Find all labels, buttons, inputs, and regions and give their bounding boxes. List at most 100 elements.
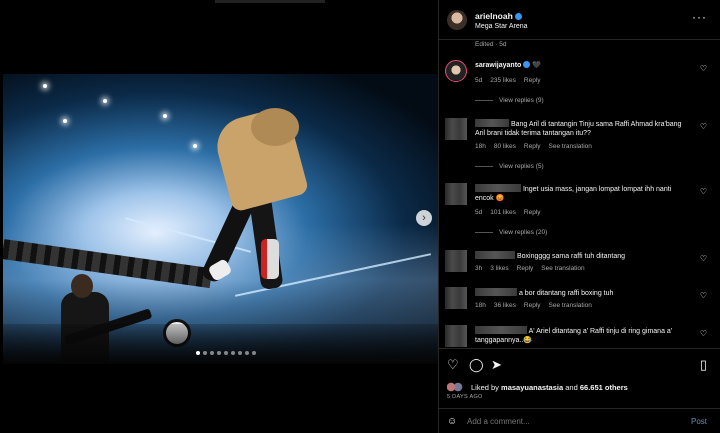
share-icon[interactable]: ➤ [491, 357, 502, 373]
stage-light [43, 84, 47, 88]
author-username[interactable]: arielnoah [475, 11, 522, 21]
heart-icon[interactable]: ♡ [700, 187, 707, 196]
commenter-username[interactable]: sarawijayanto [475, 62, 521, 69]
emoji-icon[interactable]: ☺ [447, 416, 457, 427]
commenter-avatar[interactable] [445, 287, 467, 309]
heart-icon[interactable]: ♡ [700, 64, 707, 73]
comment-text: A' Ariel ditantang a' Raffi tinju di rin… [475, 326, 690, 345]
comment-text: sarawijayanto 🖤 [475, 61, 690, 70]
comment-text: Inget usia mass, jangan lompat lompat ih… [475, 184, 690, 203]
redacted-username [475, 119, 509, 127]
redacted-username [475, 251, 515, 259]
add-comment-bar: ☺ Post [439, 408, 720, 433]
redacted-username [475, 288, 517, 296]
redacted-username [475, 184, 521, 192]
see-translation-button[interactable]: See translation [549, 143, 592, 150]
author-avatar[interactable] [447, 10, 467, 30]
comment-meta: 18h 80 likes Reply See translation [475, 143, 600, 150]
see-translation-button[interactable]: See translation [549, 302, 592, 309]
comment-body: Boxingggg sama raffi tuh ditantang [516, 253, 626, 260]
post-side-panel: arielnoah Mega Star Arena ··· Edited · 5… [438, 0, 720, 433]
commenter-avatar[interactable] [445, 250, 467, 272]
comment-text: Boxingggg sama raffi tuh ditantang [475, 251, 690, 261]
comment-likes[interactable]: 80 likes [494, 143, 516, 150]
comment-meta: 5d 235 likes Reply [475, 77, 549, 84]
carousel-dot [252, 351, 256, 355]
comment-likes[interactable]: 36 likes [494, 302, 516, 309]
carousel-dot [210, 351, 214, 355]
chevron-right-icon[interactable]: › [416, 210, 432, 226]
reply-button[interactable]: Reply [524, 77, 541, 84]
bookmark-icon[interactable]: ▯ [700, 357, 707, 373]
liker-avatars [447, 382, 467, 392]
commenter-avatar[interactable] [445, 325, 467, 347]
commenter-avatar[interactable] [445, 118, 467, 140]
verified-badge-icon [514, 13, 522, 20]
stage-light [103, 99, 107, 103]
comment-body: a bor ditantang raffi boxing tuh [518, 290, 614, 297]
comment-meta: 5d 101 likes Reply [475, 209, 549, 216]
edited-timestamp: Edited · 5d [475, 41, 507, 48]
verified-badge-icon [523, 61, 531, 68]
comment-time: 5d [475, 77, 483, 84]
view-replies-button[interactable]: View replies (9) [475, 97, 544, 104]
carousel-dot [238, 351, 242, 355]
comment-text: Bang Aril di tantangin Tinju sama Raffi … [475, 119, 690, 138]
post-date: 5 DAYS AGO [447, 394, 483, 400]
carousel-dot [217, 351, 221, 355]
post-location[interactable]: Mega Star Arena [475, 23, 528, 30]
comment-likes[interactable]: 235 likes [490, 77, 516, 84]
see-translation-button[interactable]: See translation [541, 265, 584, 272]
carousel-dot [196, 351, 200, 355]
view-replies-button[interactable]: View replies (5) [475, 163, 544, 170]
comment-body: 🖤 [532, 62, 541, 69]
performer-shoe [261, 239, 279, 279]
reply-button[interactable]: Reply [524, 302, 541, 309]
liked-by-prefix: Liked by [471, 383, 499, 392]
add-comment-input[interactable] [467, 414, 667, 428]
liked-by-others[interactable]: 66.651 others [580, 383, 628, 392]
stage-light [163, 114, 167, 118]
comment-meta: 18h 36 likes Reply See translation [475, 302, 600, 309]
media-pane: › [0, 0, 438, 433]
more-icon[interactable]: ··· [692, 10, 707, 24]
comment-time: 18h [475, 302, 486, 309]
heart-icon[interactable]: ♡ [700, 254, 707, 263]
heart-icon[interactable]: ♡ [700, 291, 707, 300]
comment-time: 18h [475, 143, 486, 150]
commenter-avatar[interactable] [445, 183, 467, 205]
previous-post-edge [215, 0, 325, 3]
reply-button[interactable]: Reply [524, 209, 541, 216]
redacted-username [475, 326, 527, 334]
guitarist-head [71, 274, 93, 298]
carousel-dot [231, 351, 235, 355]
carousel-pager [196, 351, 256, 355]
post-comment-button[interactable]: Post [691, 417, 707, 426]
view-replies-button[interactable]: View replies (20) [475, 229, 547, 236]
liked-by-user[interactable]: masayuanastasia [501, 383, 563, 392]
comment-likes[interactable]: 3 likes [490, 265, 508, 272]
heart-icon[interactable]: ♡ [700, 122, 707, 131]
heart-icon[interactable]: ♡ [447, 357, 459, 373]
stage-floor [3, 324, 438, 364]
reply-button[interactable]: Reply [524, 143, 541, 150]
liked-by-and: and [565, 383, 578, 392]
liked-by-text: Liked by masayuanastasia and 66.651 othe… [447, 382, 628, 392]
carousel-dot [245, 351, 249, 355]
heart-icon[interactable]: ♡ [700, 329, 707, 338]
comment-text: a bor ditantang raffi boxing tuh [475, 288, 690, 298]
comment-time: 3h [475, 265, 483, 272]
stage-light [63, 119, 67, 123]
post-header: arielnoah Mega Star Arena ··· [439, 0, 720, 40]
reply-button[interactable]: Reply [517, 265, 534, 272]
carousel-dot [224, 351, 228, 355]
comment-meta: 3h 3 likes Reply See translation [475, 265, 593, 272]
commenter-avatar[interactable] [445, 60, 467, 82]
comment-likes[interactable]: 101 likes [490, 209, 516, 216]
comment-time: 5d [475, 209, 483, 216]
carousel-dot [203, 351, 207, 355]
performer-head [251, 108, 299, 146]
stage-light [193, 144, 197, 148]
post-photo[interactable] [3, 74, 438, 364]
comment-icon[interactable]: ◯ [469, 357, 484, 373]
